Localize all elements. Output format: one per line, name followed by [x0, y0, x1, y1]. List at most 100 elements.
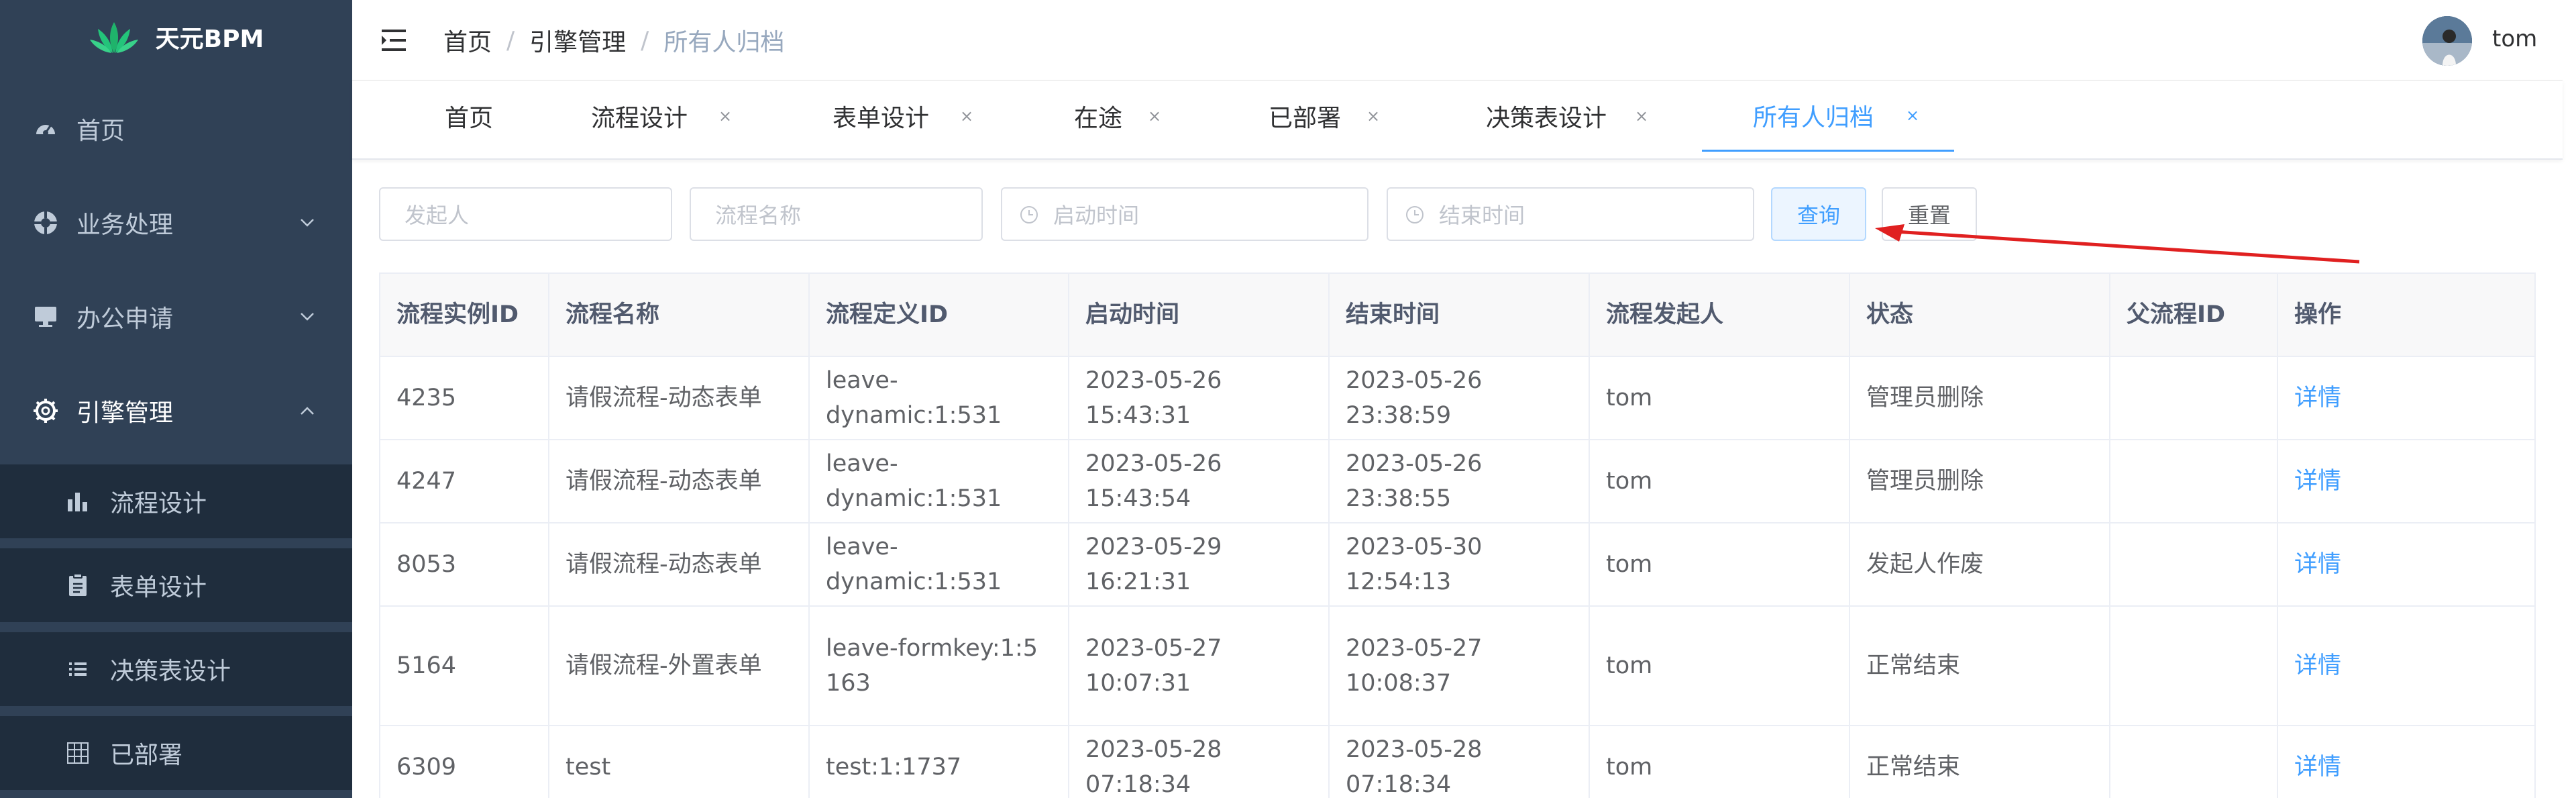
sidebar-item-label: 办公申请 — [76, 305, 174, 333]
avatar[interactable] — [2422, 16, 2472, 66]
cell-initiator: tom — [1590, 607, 1850, 725]
breadcrumb: 首页 / 引擎管理 / 所有人归档 — [443, 23, 784, 58]
tag-label: 所有人归档 — [1753, 103, 1874, 132]
logo[interactable]: 天元BPM — [0, 0, 352, 74]
sidebar-item-home[interactable]: 首页 — [0, 95, 352, 162]
navbar: 首页 / 引擎管理 / 所有人归档 tom — [352, 0, 2563, 81]
sidebar-item-label: 首页 — [76, 117, 125, 145]
cell-name: 请假流程-动态表单 — [549, 440, 810, 522]
monitor-icon — [32, 303, 59, 330]
username[interactable]: tom — [2492, 26, 2537, 52]
detail-link[interactable]: 详情 — [2294, 750, 2341, 785]
cell-initiator: tom — [1590, 357, 1850, 439]
sidebar-item-engine[interactable]: 引擎管理 — [0, 377, 352, 444]
close-icon[interactable]: × — [1148, 107, 1161, 126]
hamburger-icon[interactable] — [379, 26, 409, 55]
sidebar-item-office[interactable]: 办公申请 — [0, 283, 352, 350]
cell-start: 2023-05-27 10:07:31 — [1069, 607, 1330, 725]
archive-table: 流程实例ID 流程名称 流程定义ID 启动时间 结束时间 流程发起人 状态 父流… — [379, 272, 2536, 798]
tag-label: 流程设计 — [591, 105, 688, 132]
cell-definition: test:1:1737 — [810, 726, 1069, 798]
column-header: 操作 — [2278, 274, 2536, 356]
start-time-picker[interactable]: 启动时间 — [1001, 187, 1368, 241]
cell-end: 2023-05-28 07:18:34 — [1330, 726, 1590, 798]
sidebar-item-label: 业务处理 — [76, 211, 174, 239]
cell-initiator: tom — [1590, 523, 1850, 605]
sidebar-item-business[interactable]: 业务处理 — [0, 189, 352, 256]
column-header: 流程名称 — [549, 274, 810, 356]
dashboard-icon — [32, 115, 59, 142]
close-icon[interactable]: × — [718, 107, 732, 126]
cell-definition: leave-dynamic:1:531 — [810, 357, 1069, 439]
tag-deployed[interactable]: 已部署 × — [1269, 81, 1403, 152]
cell-definition: leave-dynamic:1:531 — [810, 440, 1069, 522]
query-button[interactable]: 查询 — [1771, 187, 1866, 241]
end-time-picker[interactable]: 结束时间 — [1387, 187, 1754, 241]
end-time-placeholder: 结束时间 — [1439, 203, 1525, 228]
column-header: 状态 — [1850, 274, 2110, 356]
column-header: 父流程ID — [2110, 274, 2278, 356]
sidebar: 天元BPM 首页 业务处理 办公申请 引擎管理 流程设计 表单设计 决策表设计 … — [0, 0, 352, 798]
close-icon[interactable]: × — [1366, 107, 1380, 126]
detail-link[interactable]: 详情 — [2294, 648, 2341, 683]
cell-action: 详情 — [2278, 607, 2536, 725]
cell-status: 发起人作废 — [1850, 523, 2110, 605]
cell-action: 详情 — [2278, 357, 2536, 439]
bar-chart-icon — [64, 488, 91, 515]
close-icon[interactable]: × — [960, 107, 973, 126]
sidebar-subitem-process-design[interactable]: 流程设计 — [0, 464, 352, 538]
tag-home[interactable]: 首页 — [445, 81, 525, 152]
start-time-placeholder: 启动时间 — [1053, 203, 1140, 228]
tag-all-archive[interactable]: 所有人归档 × — [1702, 81, 1954, 152]
tag-label: 首页 — [445, 105, 494, 132]
cell-parent — [2110, 440, 2278, 522]
breadcrumb-separator: / — [641, 26, 649, 54]
sidebar-item-label: 引擎管理 — [76, 399, 174, 427]
detail-link[interactable]: 详情 — [2294, 381, 2341, 415]
list-icon — [64, 656, 91, 683]
sidebar-subitem-decision-table[interactable]: 决策表设计 — [0, 632, 352, 706]
clock-icon — [1020, 206, 1038, 223]
cell-definition: leave-dynamic:1:531 — [810, 523, 1069, 605]
close-icon[interactable]: × — [1906, 106, 1919, 125]
tag-decision-table[interactable]: 决策表设计 × — [1486, 81, 1674, 152]
cell-initiator: tom — [1590, 440, 1850, 522]
initiator-input[interactable]: 发起人 — [379, 187, 672, 241]
detail-link[interactable]: 详情 — [2294, 464, 2341, 499]
lotus-logo-icon — [89, 22, 138, 53]
sidebar-subitem-form-design[interactable]: 表单设计 — [0, 548, 352, 622]
tag-label: 表单设计 — [833, 105, 930, 132]
tag-process-design[interactable]: 流程设计 × — [591, 81, 759, 152]
tag-in-progress[interactable]: 在途 × — [1074, 81, 1208, 152]
tags-bar: 首页 流程设计 × 表单设计 × 在途 × 已部署 × 决策表设计 × 所有人归… — [352, 81, 2563, 160]
column-header: 结束时间 — [1330, 274, 1590, 356]
cell-action: 详情 — [2278, 726, 2536, 798]
table-header-row: 流程实例ID 流程名称 流程定义ID 启动时间 结束时间 流程发起人 状态 父流… — [380, 274, 2536, 357]
clipboard-icon — [64, 572, 91, 599]
cell-name: 请假流程-动态表单 — [549, 357, 810, 439]
cell-id: 4235 — [380, 357, 549, 439]
breadcrumb-home[interactable]: 首页 — [443, 23, 492, 58]
annotation-arrow-icon — [1875, 224, 2360, 264]
breadcrumb-current: 所有人归档 — [663, 29, 785, 56]
sidebar-subitem-deployed[interactable]: 已部署 — [0, 716, 352, 790]
column-header: 流程实例ID — [380, 274, 549, 356]
cell-name: 请假流程-动态表单 — [549, 523, 810, 605]
detail-link[interactable]: 详情 — [2294, 547, 2341, 582]
cell-start: 2023-05-29 16:21:31 — [1069, 523, 1330, 605]
tag-label: 已部署 — [1269, 105, 1342, 132]
process-name-input[interactable]: 流程名称 — [690, 187, 983, 241]
column-header: 流程定义ID — [810, 274, 1069, 356]
table-row: 6309 test test:1:1737 2023-05-28 07:18:3… — [380, 726, 2536, 798]
tag-form-design[interactable]: 表单设计 × — [833, 81, 1000, 152]
close-icon[interactable]: × — [1635, 107, 1648, 126]
cell-name: 请假流程-外置表单 — [549, 607, 810, 725]
column-header: 启动时间 — [1069, 274, 1330, 356]
cell-definition: leave-formkey:1:5163 — [810, 607, 1069, 725]
cell-id: 4247 — [380, 440, 549, 522]
table-row: 8053 请假流程-动态表单 leave-dynamic:1:531 2023-… — [380, 523, 2536, 607]
breadcrumb-engine[interactable]: 引擎管理 — [529, 23, 626, 58]
cell-id: 8053 — [380, 523, 549, 605]
cell-parent — [2110, 607, 2278, 725]
cell-end: 2023-05-30 12:54:13 — [1330, 523, 1590, 605]
